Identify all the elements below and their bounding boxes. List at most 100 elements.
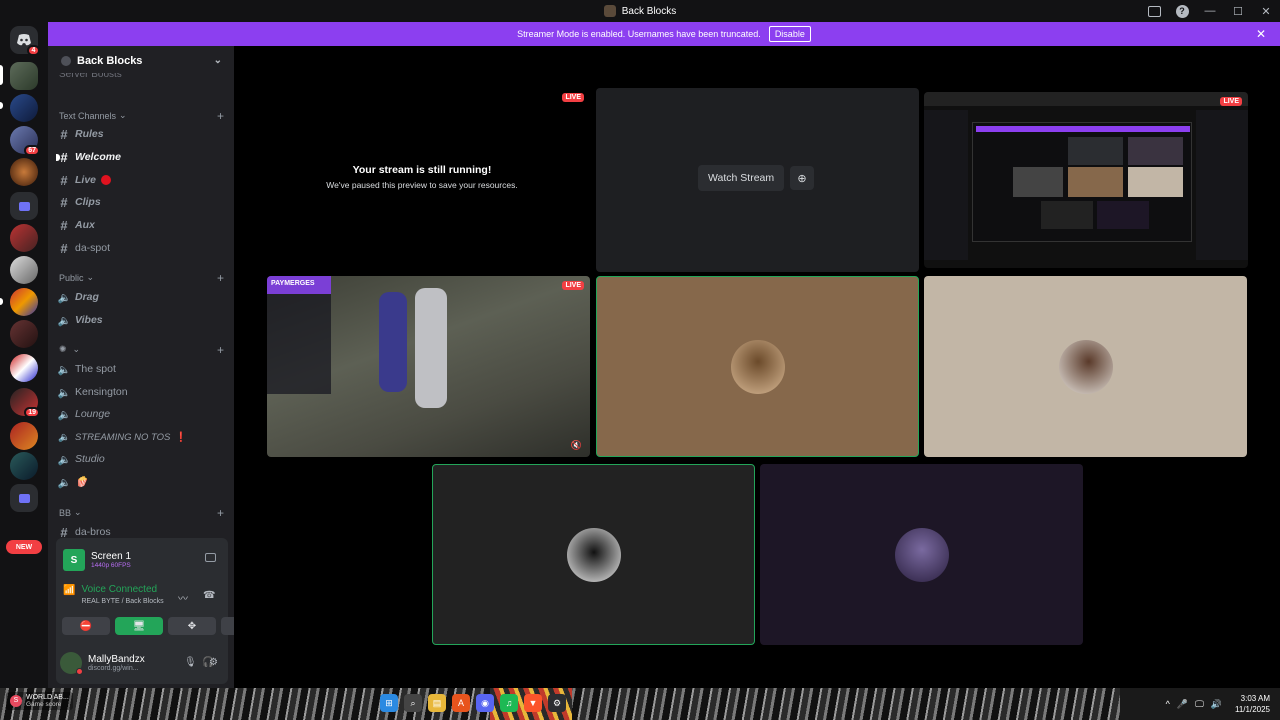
screen-share-tile[interactable]: LIVE bbox=[924, 92, 1248, 268]
current-user[interactable]: MallyBandzx discord.gg/win... bbox=[60, 646, 224, 680]
user-name: MallyBandzx bbox=[88, 654, 145, 665]
category-text-channels[interactable]: Text Channels ⌄ + bbox=[59, 109, 224, 123]
create-channel-icon[interactable]: + bbox=[217, 506, 224, 520]
create-channel-icon[interactable]: + bbox=[217, 271, 224, 285]
voice-channel-vibes[interactable]: 🔈 Vibes bbox=[57, 310, 224, 330]
speaker-icon: 🔈 bbox=[57, 453, 71, 466]
server-icon-3[interactable]: 67 bbox=[10, 126, 40, 156]
voice-channel-kensington[interactable]: 🔈 Kensington bbox=[57, 382, 224, 402]
voice-channel-drag[interactable]: 🔈 Drag bbox=[57, 287, 224, 307]
close-window-button[interactable]: ✕ bbox=[1252, 0, 1280, 22]
screen-share-button[interactable]: 🖥 bbox=[115, 617, 163, 635]
server-icon-10[interactable]: 19 bbox=[10, 388, 40, 418]
new-servers-pill[interactable]: NEW bbox=[6, 540, 42, 554]
popout-icon[interactable]: ⊕ bbox=[790, 166, 814, 190]
app-icon-a[interactable]: A bbox=[452, 694, 470, 712]
server-folder-2[interactable] bbox=[10, 484, 38, 512]
clock[interactable]: 3:03 AM 11/1/2025 bbox=[1235, 693, 1270, 715]
discord-icon[interactable]: ◉ bbox=[476, 694, 494, 712]
screen-share-row[interactable]: S Screen 1 1440p 60FPS bbox=[63, 547, 131, 573]
voice-location[interactable]: REAL BYTE / Back Blocks bbox=[81, 598, 163, 605]
user-settings-icon[interactable]: ⚙ bbox=[209, 657, 218, 668]
clock-time: 3:03 AM bbox=[1240, 694, 1270, 703]
create-channel-icon[interactable]: + bbox=[217, 343, 224, 357]
chevron-down-icon: ⌄ bbox=[86, 272, 95, 282]
channel-clips[interactable]: # Clips bbox=[58, 192, 224, 212]
voice-channel-streaming[interactable]: 🔈 STREAMING NO TOS ❗ bbox=[58, 427, 224, 447]
user-tile-3[interactable] bbox=[432, 464, 755, 645]
server-folder-1[interactable] bbox=[10, 192, 38, 220]
server-icon-12[interactable] bbox=[10, 452, 38, 480]
close-icon: ✕ bbox=[1261, 5, 1271, 18]
mute-icon[interactable]: 🔇 bbox=[571, 440, 582, 451]
maximize-icon: ☐ bbox=[1233, 5, 1243, 18]
spotify-icon[interactable]: ♫ bbox=[500, 694, 518, 712]
channel-rules[interactable]: # Rules bbox=[58, 124, 224, 144]
taskbar-wallpaper bbox=[0, 688, 1280, 720]
voice-channel-lounge[interactable]: 🔈 Lounge bbox=[57, 404, 224, 424]
channel-da-spot[interactable]: # da-spot bbox=[58, 238, 224, 258]
channel-live[interactable]: # Live bbox=[58, 170, 224, 190]
channel-aux[interactable]: # Aux bbox=[58, 215, 224, 235]
server-icon-7[interactable] bbox=[10, 288, 38, 316]
brave-icon[interactable]: ▼ bbox=[524, 694, 542, 712]
voice-channel-studio[interactable]: 🔈 Studio bbox=[57, 449, 224, 469]
noise-suppression-icon[interactable]: 〰 bbox=[178, 590, 188, 605]
help-button[interactable]: ? bbox=[1168, 0, 1196, 22]
disconnect-icon[interactable]: ☎ bbox=[203, 590, 215, 601]
game-stream-tile[interactable]: PAYMERGES LIVE 🔇 bbox=[267, 276, 590, 457]
server-icon-2[interactable] bbox=[10, 94, 38, 122]
file-explorer-icon[interactable]: ▤ bbox=[428, 694, 446, 712]
category-unnamed[interactable]: ✺ ⌄ + bbox=[59, 343, 224, 357]
avatar bbox=[60, 652, 83, 675]
category-bb[interactable]: BB ⌄ + bbox=[59, 506, 224, 520]
server-back-blocks[interactable] bbox=[10, 62, 38, 90]
voice-channel-the-spot[interactable]: 🔈 The spot bbox=[57, 359, 224, 379]
microphone-icon[interactable]: 🎙 bbox=[184, 657, 197, 668]
start-icon[interactable]: ⊞ bbox=[380, 694, 398, 712]
server-icon-5[interactable] bbox=[10, 224, 38, 252]
paused-stream-tile[interactable]: LIVE Your stream is still running! We've… bbox=[254, 88, 590, 272]
user-tile-4[interactable] bbox=[760, 464, 1083, 645]
voice-channel-popcorn[interactable]: 🔈 🍿 bbox=[57, 472, 224, 492]
chevron-up-icon[interactable]: ^ bbox=[1166, 699, 1170, 709]
create-channel-icon[interactable]: + bbox=[217, 109, 224, 123]
server-header[interactable]: Back Blocks ⌄ bbox=[48, 46, 234, 76]
channel-label: Welcome bbox=[75, 151, 121, 163]
server-icon-8[interactable] bbox=[10, 320, 38, 348]
live-badge: LIVE bbox=[562, 93, 584, 102]
server-icon-6[interactable] bbox=[10, 256, 38, 284]
search-icon[interactable]: ⌕ bbox=[404, 694, 422, 712]
user-tile-2[interactable] bbox=[924, 276, 1247, 457]
channel-welcome[interactable]: # Welcome bbox=[56, 147, 224, 167]
news-widget[interactable]: S WORLD AB... Game score bbox=[6, 692, 73, 710]
voice-status-title[interactable]: Voice Connected bbox=[81, 584, 163, 595]
user-tile-1[interactable] bbox=[596, 276, 919, 457]
hash-icon: # bbox=[60, 194, 68, 210]
microphone-icon[interactable]: 🎤 bbox=[1177, 699, 1188, 710]
server-icon-4[interactable] bbox=[10, 158, 38, 186]
server-boosts-link[interactable]: Server Boosts bbox=[59, 73, 122, 81]
steam-icon[interactable]: ⚙ bbox=[548, 694, 566, 712]
volume-icon[interactable]: 🔊 bbox=[1211, 699, 1222, 710]
disable-streamer-mode-button[interactable]: Disable bbox=[768, 26, 811, 42]
news-icon: S bbox=[10, 695, 22, 707]
minimize-button[interactable]: — bbox=[1196, 0, 1224, 22]
maximize-button[interactable]: ☐ bbox=[1224, 0, 1252, 22]
banner-close-icon[interactable]: ✕ bbox=[1256, 27, 1266, 41]
user-status: discord.gg/win... bbox=[88, 665, 139, 672]
server-icon-11[interactable] bbox=[10, 422, 38, 450]
inbox-button[interactable] bbox=[1140, 0, 1168, 22]
activities-icon: ✥ bbox=[187, 620, 197, 632]
camera-off-icon: ⛔ bbox=[79, 620, 93, 632]
server-icon-9[interactable] bbox=[10, 354, 38, 382]
channel-label: Drag bbox=[75, 291, 99, 303]
speaker-icon: 🔈 bbox=[57, 476, 71, 489]
network-icon[interactable]: 🖵 bbox=[1195, 699, 1204, 710]
watch-stream-button[interactable]: Watch Stream bbox=[698, 165, 785, 191]
home-button[interactable]: 4 bbox=[10, 26, 40, 56]
activities-button[interactable]: ✥ bbox=[168, 617, 216, 635]
stop-stream-icon[interactable] bbox=[205, 553, 216, 562]
category-public[interactable]: Public ⌄ + bbox=[59, 271, 224, 285]
camera-button[interactable]: ⛔ bbox=[62, 617, 110, 635]
